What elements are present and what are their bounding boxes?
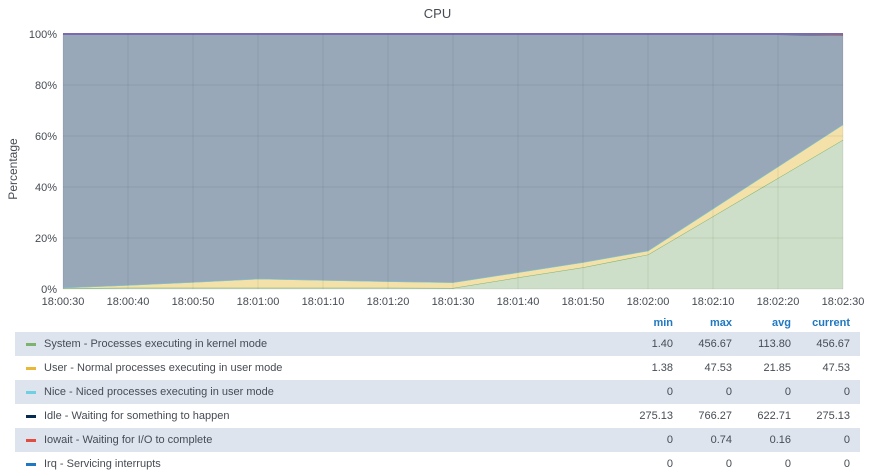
y-axis-ticks: 0% 20% 40% 60% 80% 100%: [29, 29, 57, 296]
legend-avg-value: 113.80: [758, 338, 791, 350]
column-current[interactable]: current: [791, 317, 860, 329]
x-tick-label: 18:01:50: [562, 296, 605, 308]
legend-table: min max avg current System - Processes e…: [15, 314, 860, 476]
column-max[interactable]: max: [673, 317, 732, 329]
legend-min-value: 0: [666, 434, 673, 446]
y-tick-label: 80%: [35, 80, 57, 92]
legend-swatch-icon[interactable]: [26, 414, 36, 418]
legend-swatch-icon[interactable]: [26, 390, 36, 394]
legend-row[interactable]: Nice - Niced processes executing in user…: [15, 380, 860, 404]
legend-max-value: 47.53: [704, 362, 732, 374]
legend-series-name[interactable]: Nice - Niced processes executing in user…: [44, 386, 274, 398]
legend-row[interactable]: System - Processes executing in kernel m…: [15, 332, 860, 356]
legend-avg-value: 21.85: [763, 362, 791, 374]
x-tick-label: 18:01:40: [497, 296, 540, 308]
x-tick-label: 18:02:20: [757, 296, 800, 308]
x-tick-label: 18:02:10: [692, 296, 735, 308]
legend-max-value: 766.27: [698, 410, 732, 422]
legend-swatch-icon[interactable]: [26, 366, 36, 370]
legend-current-value: 0: [843, 434, 850, 446]
legend-current-value: 275.13: [816, 410, 850, 422]
legend-max-value: 0: [725, 458, 732, 470]
x-tick-label: 18:00:30: [42, 296, 85, 308]
y-tick-label: 40%: [35, 182, 57, 194]
legend-series[interactable]: System - Processes executing in kernel m…: [15, 338, 614, 350]
legend-series-name[interactable]: System - Processes executing in kernel m…: [44, 338, 267, 350]
legend-max-value: 0: [725, 386, 732, 398]
legend-min-value: 1.38: [651, 362, 673, 374]
cpu-area-chart: 0%20%40%60%80%100% 18:00:30 18:00:40 18:00…: [6, 29, 865, 308]
x-tick-label: 18:01:30: [432, 296, 475, 308]
x-tick-label: 18:02:30: [822, 296, 865, 308]
legend-row[interactable]: Idle - Waiting for something to happen 27…: [15, 404, 860, 428]
legend-swatch-icon[interactable]: [26, 438, 36, 442]
legend-max-value: 0.74: [710, 434, 732, 446]
legend-min-value: 0: [666, 386, 673, 398]
legend-header: min max avg current: [15, 314, 860, 332]
y-tick-label: 100%: [29, 29, 57, 41]
legend-max-value: 456.67: [698, 338, 732, 350]
legend-series[interactable]: Nice - Niced processes executing in user…: [15, 386, 614, 398]
legend-min-value: 0: [666, 458, 673, 470]
legend-row[interactable]: Irq - Servicing interrupts 0 0 0 0: [15, 452, 860, 476]
x-tick-label: 18:01:10: [302, 296, 345, 308]
legend-series-name[interactable]: Iowait - Waiting for I/O to complete: [44, 434, 212, 446]
legend-avg-value: 0.16: [769, 434, 791, 446]
x-tick-label: 18:02:00: [627, 296, 670, 308]
column-avg[interactable]: avg: [732, 317, 791, 329]
legend-row[interactable]: Iowait - Waiting for I/O to complete 0 0.7…: [15, 428, 860, 452]
legend-series[interactable]: Idle - Waiting for something to happen: [15, 410, 614, 422]
legend-current-value: 0: [843, 458, 850, 470]
legend-series[interactable]: Iowait - Waiting for I/O to complete: [15, 434, 614, 446]
x-tick-label: 18:00:40: [107, 296, 150, 308]
x-tick-label: 18:01:00: [237, 296, 280, 308]
legend-swatch-icon[interactable]: [26, 342, 36, 346]
legend-min-value: 1.40: [651, 338, 673, 350]
legend-current-value: 0: [843, 386, 850, 398]
legend-series[interactable]: User - Normal processes executing in use…: [15, 362, 614, 374]
legend-series-name[interactable]: Irq - Servicing interrupts: [44, 458, 161, 470]
legend-series-name[interactable]: Idle - Waiting for something to happen: [44, 410, 229, 422]
legend-avg-value: 0: [784, 386, 791, 398]
legend-series-name[interactable]: User - Normal processes executing in use…: [44, 362, 282, 374]
y-axis-label: Percentage: [6, 138, 20, 200]
legend-current-value: 47.53: [822, 362, 850, 374]
column-min[interactable]: min: [614, 317, 673, 329]
legend-row[interactable]: User - Normal processes executing in use…: [15, 356, 860, 380]
y-tick-label: 20%: [35, 233, 57, 245]
legend-min-value: 275.13: [639, 410, 673, 422]
y-tick-label: 60%: [35, 131, 57, 143]
legend-avg-value: 0: [784, 458, 791, 470]
y-tick-label: 0%: [41, 284, 57, 296]
legend-avg-value: 622.71: [757, 410, 791, 422]
x-tick-label: 18:00:50: [172, 296, 215, 308]
legend-series[interactable]: Irq - Servicing interrupts: [15, 458, 614, 470]
legend-swatch-icon[interactable]: [26, 462, 36, 466]
x-axis-ticks: 18:00:30 18:00:40 18:00:50 18:01:00 18:01:10…: [42, 296, 865, 308]
x-tick-label: 18:01:20: [367, 296, 410, 308]
legend-current-value: 456.67: [816, 338, 850, 350]
